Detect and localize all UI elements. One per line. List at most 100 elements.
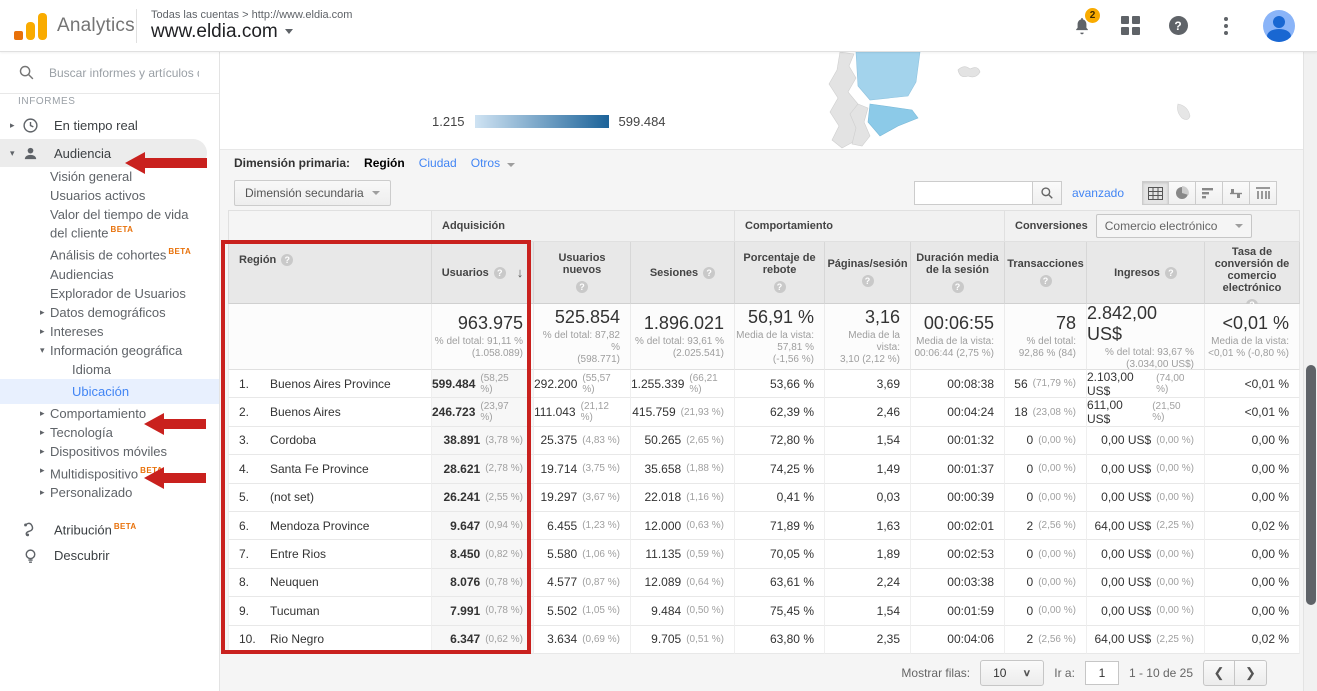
metric-cell: 71,89 % <box>735 512 825 540</box>
chevron-icon[interactable]: ▸ <box>40 444 50 459</box>
region-name[interactable]: Buenos Aires Province <box>270 377 391 391</box>
sidebar-item-explorador-de-usuarios[interactable]: Explorador de Usuarios <box>0 284 219 303</box>
sidebar-item-ubicacion[interactable]: Ubicación <box>0 379 219 404</box>
metric-cell: 53,66 % <box>735 370 825 398</box>
sidebar-item-idioma[interactable]: Idioma <box>0 360 219 379</box>
chevron-icon[interactable]: ▾ <box>40 343 50 358</box>
chevron-icon[interactable]: ▸ <box>40 463 50 478</box>
region-name[interactable]: (not set) <box>270 490 314 504</box>
region-name[interactable]: Santa Fe Province <box>270 462 369 476</box>
sidebar-item-informacion-geografica[interactable]: ▾ Información geográfica <box>0 341 219 360</box>
column-header-1[interactable]: Usuarios?↓ <box>432 242 534 304</box>
view-comparison-button[interactable] <box>1223 181 1250 205</box>
column-header-7[interactable]: Transacciones? <box>1005 242 1087 304</box>
column-header-2[interactable]: Usuarios nuevos? <box>534 242 631 304</box>
metric-cell: 12.000(0,63 %) <box>631 512 735 540</box>
region-name[interactable]: Neuquen <box>270 575 319 589</box>
sidebar-item-audiencia[interactable]: ▾ Audiencia <box>0 139 207 167</box>
advanced-search-link[interactable]: avanzado <box>1072 186 1124 200</box>
dimension-otros[interactable]: Otros <box>471 156 516 170</box>
beta-badge: BETA <box>168 247 191 256</box>
chevron-icon[interactable]: ▸ <box>40 425 50 440</box>
table-search-button[interactable] <box>1032 181 1062 205</box>
rows-per-page-select[interactable]: 10 ∨ <box>980 660 1044 686</box>
chevron-icon[interactable]: ▸ <box>40 324 50 339</box>
sidebar-item-descubrir[interactable]: Descubrir <box>0 542 219 570</box>
secondary-dimension-button[interactable]: Dimensión secundaria <box>234 180 391 206</box>
notifications-bell[interactable]: 2 <box>1071 15 1093 37</box>
sidebar-item-valor-del-tiempo-de-vida-del-cliente[interactable]: Valor del tiempo de vida del clienteBETA <box>0 205 219 242</box>
column-help-icon[interactable]: ? <box>952 281 964 293</box>
sidebar-item-vision-general[interactable]: Visión general <box>0 167 219 186</box>
next-page-button[interactable]: ❯ <box>1235 660 1267 686</box>
more-options[interactable] <box>1215 15 1237 37</box>
column-help-icon[interactable]: ? <box>576 281 588 293</box>
help-button[interactable]: ? <box>1167 15 1189 37</box>
column-help-icon[interactable]: ? <box>703 267 715 279</box>
sidebar-item-multidispositivo[interactable]: ▸ MultidispositivoBETA <box>0 461 219 483</box>
sidebar-search-input[interactable] <box>49 66 199 80</box>
chevron-icon[interactable]: ▸ <box>40 485 50 500</box>
sidebar-search[interactable] <box>0 52 219 94</box>
column-header-9[interactable]: Tasa de conversión de comercio electróni… <box>1205 242 1300 304</box>
dimension-ciudad[interactable]: Ciudad <box>419 156 457 170</box>
sidebar-item-tecnologia[interactable]: ▸ Tecnología <box>0 423 219 442</box>
sidebar-item-usuarios-activos[interactable]: Usuarios activos <box>0 186 219 205</box>
analytics-logo[interactable]: Analytics <box>0 12 134 40</box>
region-name[interactable]: Rio Negro <box>270 632 324 646</box>
sidebar-item-audiencias[interactable]: Audiencias <box>0 265 219 284</box>
view-performance-button[interactable] <box>1196 181 1223 205</box>
sidebar-item-datos-demograficos[interactable]: ▸ Datos demográficos <box>0 303 219 322</box>
geo-map: 1.215 599.484 <box>220 52 1303 150</box>
column-header-4[interactable]: Porcentaje de rebote? <box>735 242 825 304</box>
sidebar-item-atribucion[interactable]: AtribuciónBETA <box>0 514 219 542</box>
scrollbar-track[interactable] <box>1303 52 1317 691</box>
map-patagonia[interactable] <box>618 52 1258 150</box>
region-name[interactable]: Buenos Aires <box>270 405 341 419</box>
metric-cell: <0,01 % <box>1205 370 1300 398</box>
region-name[interactable]: Entre Rios <box>270 547 326 561</box>
column-help-icon[interactable]: ? <box>494 267 506 279</box>
region-name[interactable]: Cordoba <box>270 433 316 447</box>
sidebar-item-dispositivos-moviles[interactable]: ▸ Dispositivos móviles <box>0 442 219 461</box>
table-search-input[interactable] <box>914 181 1032 205</box>
column-help-icon[interactable]: ? <box>281 254 293 266</box>
user-avatar[interactable] <box>1263 10 1295 42</box>
column-header-5[interactable]: Páginas/sesión? <box>825 242 911 304</box>
prev-page-button[interactable]: ❮ <box>1203 660 1235 686</box>
region-name[interactable]: Mendoza Province <box>270 519 369 533</box>
chevron-icon[interactable]: ▸ <box>40 305 50 320</box>
view-pivot-button[interactable] <box>1250 181 1277 205</box>
sort-descending-icon[interactable]: ↓ <box>517 265 524 280</box>
column-header-6[interactable]: Duración media de la sesión? <box>911 242 1005 304</box>
conversions-goal-dropdown[interactable]: Comercio electrónico <box>1096 214 1253 238</box>
apps-launcher[interactable] <box>1119 15 1141 37</box>
metric-cell: 1.255.339(66,21 %) <box>631 370 735 398</box>
scrollbar-thumb[interactable] <box>1306 365 1316 605</box>
sidebar-item-en-tiempo-real[interactable]: ▸ En tiempo real <box>0 111 219 139</box>
metric-cell: 72,80 % <box>735 427 825 455</box>
metric-cell: 62,39 % <box>735 398 825 426</box>
sidebar-item-personalizado[interactable]: ▸ Personalizado <box>0 483 219 502</box>
table-row: 10.Rio Negro6.347(0,62 %)3.634(0,69 %)9.… <box>228 626 1300 654</box>
view-table-button[interactable] <box>1142 181 1169 205</box>
column-help-icon[interactable]: ? <box>862 275 874 287</box>
region-cell: 9.Tucuman <box>228 597 432 625</box>
chevron-icon[interactable]: ▾ <box>10 146 20 161</box>
goto-page-input[interactable] <box>1085 661 1119 685</box>
chevron-icon[interactable]: ▸ <box>40 406 50 421</box>
sidebar-item-intereses[interactable]: ▸ Intereses <box>0 322 219 341</box>
sidebar-item-analisis-de-cohortes[interactable]: Análisis de cohortesBETA <box>0 242 219 264</box>
property-selector[interactable]: www.eldia.com <box>151 21 352 43</box>
column-header-8[interactable]: Ingresos? <box>1087 242 1205 304</box>
column-help-icon[interactable]: ? <box>774 281 786 293</box>
region-name[interactable]: Tucuman <box>270 604 320 618</box>
sidebar-item-comportamiento[interactable]: ▸ Comportamiento <box>0 404 219 423</box>
column-header-0[interactable]: Región? <box>228 242 432 304</box>
column-header-3[interactable]: Sesiones? <box>631 242 735 304</box>
view-percentage-button[interactable] <box>1169 181 1196 205</box>
dimension-region[interactable]: Región <box>364 156 405 170</box>
column-help-icon[interactable]: ? <box>1165 267 1177 279</box>
chevron-icon[interactable]: ▸ <box>10 118 20 133</box>
column-help-icon[interactable]: ? <box>1040 275 1052 287</box>
